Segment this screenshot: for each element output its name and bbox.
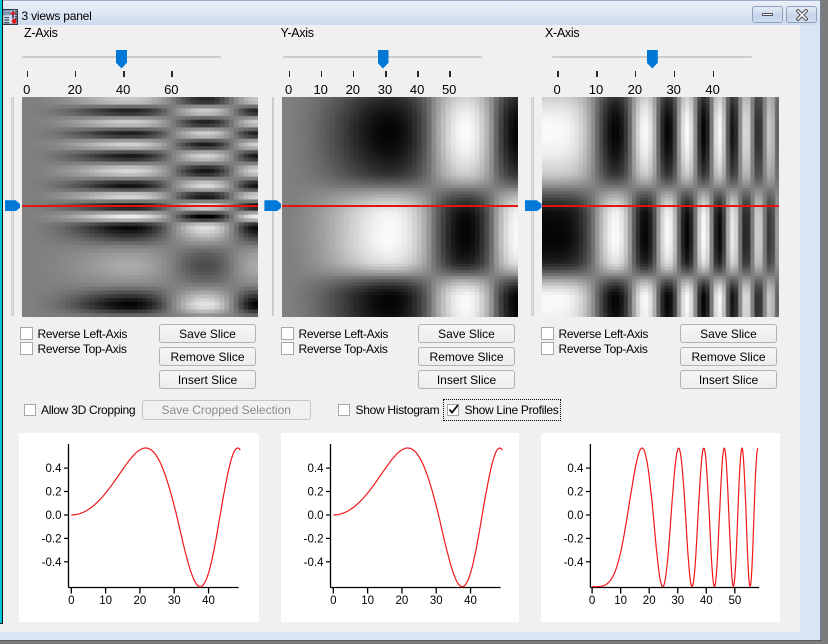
svg-text:0.2: 0.2	[567, 487, 583, 499]
svg-text:20: 20	[643, 595, 656, 607]
svg-text:40: 40	[700, 595, 713, 607]
svg-text:0: 0	[589, 595, 595, 607]
svg-text:0.4: 0.4	[46, 463, 63, 475]
svg-text:0.0: 0.0	[308, 510, 324, 522]
svg-text:0.4: 0.4	[567, 463, 584, 475]
svg-text:30: 30	[671, 595, 684, 607]
svg-text:0: 0	[68, 595, 74, 607]
svg-text:0.2: 0.2	[46, 487, 62, 499]
svg-text:50: 50	[728, 595, 741, 607]
svg-text:0.4: 0.4	[308, 463, 325, 475]
svg-text:-0.4: -0.4	[304, 557, 324, 569]
svg-text:40: 40	[202, 595, 215, 607]
svg-text:-0.2: -0.2	[304, 533, 324, 545]
svg-text:10: 10	[99, 595, 112, 607]
svg-text:20: 20	[396, 595, 409, 607]
svg-text:30: 30	[430, 595, 443, 607]
svg-text:0.0: 0.0	[46, 510, 62, 522]
svg-text:-0.2: -0.2	[42, 533, 62, 545]
svg-text:10: 10	[361, 595, 374, 607]
svg-text:30: 30	[168, 595, 181, 607]
svg-text:-0.4: -0.4	[42, 557, 62, 569]
svg-text:20: 20	[134, 595, 147, 607]
svg-text:-0.4: -0.4	[564, 557, 584, 569]
svg-text:-0.2: -0.2	[564, 533, 584, 545]
svg-text:40: 40	[464, 595, 477, 607]
svg-text:0: 0	[330, 595, 336, 607]
svg-text:10: 10	[614, 595, 627, 607]
svg-text:0.0: 0.0	[567, 510, 583, 522]
svg-text:0.2: 0.2	[308, 487, 324, 499]
